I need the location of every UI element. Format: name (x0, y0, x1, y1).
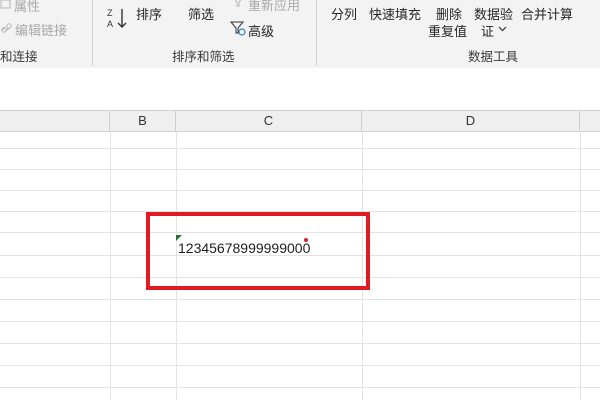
row-line (0, 365, 600, 366)
consolidate-button[interactable]: 合并计算 (521, 4, 573, 23)
column-header-e[interactable] (580, 111, 600, 131)
row-line (0, 343, 600, 344)
ribbon-separator (92, 0, 93, 66)
advanced-filter-button[interactable]: 高级 (248, 21, 274, 40)
row-line (0, 321, 600, 322)
edit-links-button[interactable]: 编辑链接 (15, 20, 67, 39)
reapply-icon (234, 0, 242, 7)
row-line (0, 190, 600, 191)
row-line (0, 387, 600, 388)
column-header-b[interactable]: B (110, 111, 176, 131)
ribbon: 属性 编辑链接 和连接 Z A 排序 筛选 重新应用 高级 排序和筛选 分列 快… (0, 0, 600, 69)
highlight-box (146, 212, 370, 290)
properties-icon (0, 0, 11, 9)
chevron-down-icon (498, 26, 507, 32)
connections-group-label: 和连接 (0, 49, 38, 64)
row-line (0, 299, 600, 300)
sort-filter-group-label: 排序和筛选 (172, 49, 235, 64)
column-header-d[interactable]: D (362, 111, 580, 131)
sort-az-icon: Z A (107, 8, 127, 29)
sort-button[interactable]: 排序 (136, 4, 162, 23)
properties-button[interactable]: 属性 (14, 0, 40, 15)
ribbon-separator (316, 0, 317, 66)
column-line (110, 131, 111, 400)
flash-fill-button[interactable]: 快速填充 (369, 4, 421, 23)
row-line (0, 148, 600, 149)
formula-area (0, 68, 600, 110)
filter-button[interactable]: 筛选 (188, 4, 214, 23)
column-header-a[interactable] (0, 111, 110, 131)
svg-text:A: A (107, 19, 113, 29)
edit-links-icon (1, 23, 12, 33)
reapply-button[interactable]: 重新应用 (248, 0, 300, 14)
row-line (0, 169, 600, 170)
column-line (580, 131, 581, 400)
data-validation-line2[interactable]: 证 (481, 21, 494, 40)
text-to-columns-button[interactable]: 分列 (331, 4, 357, 23)
column-header-row: B C D (0, 110, 600, 132)
remove-duplicates-line2[interactable]: 重复值 (428, 21, 467, 40)
advanced-filter-icon (230, 21, 246, 36)
svg-text:Z: Z (107, 8, 113, 18)
data-tools-group-label: 数据工具 (468, 49, 519, 64)
column-header-c[interactable]: C (176, 111, 362, 131)
